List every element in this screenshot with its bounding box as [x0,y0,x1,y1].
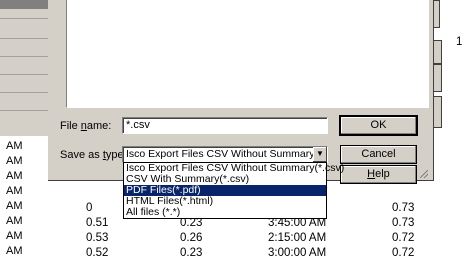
table-cell: 0.23 [180,247,203,259]
list-item: AM [6,200,23,212]
list-item: AM [6,140,23,152]
table-cell: 0.26 [180,232,203,244]
table-cell: 2:15:00 AM [268,232,327,244]
list-item: AM [6,185,23,197]
list-item: AM [6,215,23,227]
help-button[interactable]: Help [340,165,417,184]
file-name-label: File name: [60,120,112,132]
table-cell: 0.52 [86,247,109,259]
resize-grip-icon[interactable] [418,168,430,180]
file-name-input[interactable]: *.csv [122,117,328,134]
save-as-type-label: Save as type: [60,149,127,161]
table-cell: 0.73 [392,202,415,214]
table-cell: 0.53 [86,232,109,244]
save-as-type-select[interactable]: Isco Export Files CSV Without Summary(*.… [122,146,328,163]
table-cell: 0.51 [86,217,109,229]
table-cell: 0 [86,202,93,214]
background-time-column: AM AM AM AM AM AM AM AM [6,139,46,259]
list-item: AM [6,230,23,242]
save-as-type-value: Isco Export Files CSV Without Summary(*.… [126,148,328,160]
file-type-dropdown: Isco Export Files CSV Without Summary(*.… [123,162,344,219]
list-item: AM [6,245,23,257]
ok-button[interactable]: OK [339,115,418,136]
table-cell: 0.72 [392,247,415,259]
background-number: 1 [456,36,463,48]
table-cell: 3:00:00 AM [268,247,327,259]
dropdown-option[interactable]: All files (*.*) [124,207,326,218]
table-cell: 0.72 [392,232,415,244]
file-list[interactable] [66,0,429,108]
list-item: AM [6,170,23,182]
table-cell: 0.73 [392,217,415,229]
list-item: AM [6,155,23,167]
cancel-button[interactable]: Cancel [340,145,417,164]
chevron-down-icon[interactable]: ▼ [313,147,327,162]
